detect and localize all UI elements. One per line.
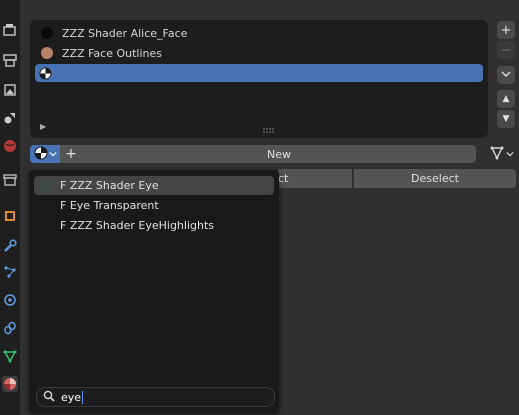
physics-icon[interactable]: [2, 292, 18, 308]
new-material-label: New: [267, 147, 291, 161]
text-caret: [82, 390, 84, 404]
material-browse-dropdown: F ZZZ Shader Eye F Eye Transparent F ZZZ…: [29, 170, 279, 413]
remove-slot-button[interactable]: −: [497, 41, 515, 59]
resize-grip-icon[interactable]: [263, 124, 275, 137]
plus-label: +: [65, 146, 77, 162]
dropdown-item[interactable]: F Eye Transparent: [34, 196, 274, 215]
chevron-down-icon: [48, 148, 57, 161]
scene-icon[interactable]: [2, 110, 18, 126]
node-link-button[interactable]: [488, 145, 516, 163]
deselect-button[interactable]: Deselect: [354, 169, 516, 188]
remove-slot-label: −: [500, 42, 512, 58]
chevron-down-icon: [501, 68, 511, 83]
node-tree-icon: [490, 146, 504, 163]
search-icon: [43, 390, 55, 405]
material-preview-icon: [39, 178, 53, 193]
output-icon[interactable]: [2, 52, 18, 68]
constraints-icon[interactable]: [2, 320, 18, 336]
dropdown-item-label: F Eye Transparent: [60, 199, 159, 212]
search-input-value: eye: [61, 390, 82, 404]
dropdown-item[interactable]: F ZZZ Shader EyeHighlights: [34, 216, 274, 235]
down-arrow-icon: ▼: [502, 114, 510, 124]
view-layer-icon[interactable]: [2, 82, 18, 98]
particles-icon[interactable]: [2, 264, 18, 280]
dropdown-item-label: F ZZZ Shader EyeHighlights: [60, 219, 215, 232]
material-icon[interactable]: [2, 376, 18, 392]
material-slot-list[interactable]: ZZZ Shader Alice_Face ZZZ Face Outlines …: [30, 20, 488, 138]
browse-material-button[interactable]: [30, 145, 60, 163]
chevron-down-icon: [506, 148, 514, 161]
expand-triangle-icon[interactable]: ▶: [40, 122, 46, 131]
new-material-button[interactable]: New: [82, 145, 476, 163]
add-slot-button[interactable]: +: [497, 21, 515, 39]
dropdown-item-label: F ZZZ Shader Eye: [60, 179, 159, 192]
slot-specials-button[interactable]: [497, 66, 515, 84]
deselect-label: Deselect: [411, 172, 459, 185]
properties-tab-strip: [0, 0, 20, 415]
up-arrow-icon: ▲: [502, 94, 510, 104]
add-slot-label: +: [500, 22, 512, 38]
move-slot-up-button[interactable]: ▲: [497, 90, 515, 108]
select-button[interactable]: ct: [278, 169, 352, 188]
modifier-wrench-icon[interactable]: [2, 238, 18, 254]
dropdown-item[interactable]: F ZZZ Shader Eye: [34, 176, 274, 195]
material-swatch-icon: [41, 47, 53, 59]
material-slot-label: ZZZ Shader Alice_Face: [62, 26, 188, 40]
world-icon[interactable]: [2, 138, 18, 154]
material-sphere-icon: [39, 67, 52, 80]
data-mesh-icon[interactable]: [2, 348, 18, 364]
object-icon[interactable]: [2, 208, 18, 224]
select-label: ct: [278, 172, 289, 185]
material-sphere-icon: [34, 146, 48, 163]
new-material-plus-button[interactable]: +: [60, 145, 82, 163]
material-slot-label: ZZZ Face Outlines: [62, 46, 162, 60]
render-icon[interactable]: [2, 22, 18, 38]
material-swatch-icon: [41, 27, 53, 39]
collection-icon[interactable]: [2, 172, 18, 188]
material-slot[interactable]: ZZZ Face Outlines: [35, 44, 483, 62]
material-slot-selected[interactable]: [35, 64, 483, 82]
material-slot[interactable]: ZZZ Shader Alice_Face: [35, 24, 483, 42]
dropdown-search-input[interactable]: eye: [36, 387, 275, 407]
move-slot-down-button[interactable]: ▼: [497, 110, 515, 128]
